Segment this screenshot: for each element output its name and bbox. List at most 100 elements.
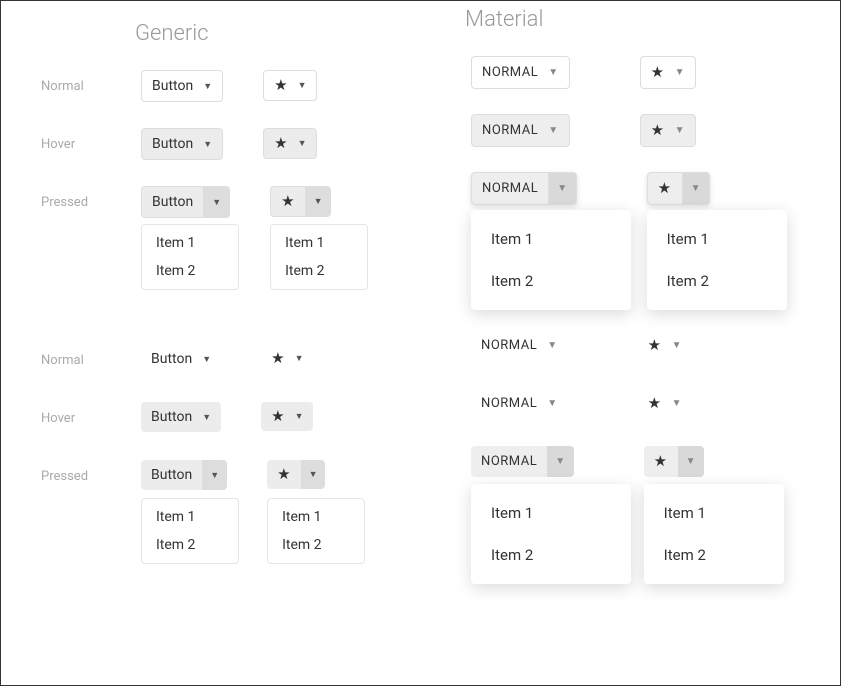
generic-text-split-button[interactable]: Button ▼	[141, 460, 227, 490]
material-text-pressed-text-group: NORMAL ▼ Item 1 Item 2	[471, 446, 574, 477]
menu-item[interactable]: Item 1	[142, 503, 238, 531]
generic-dropdown-button[interactable]: Button ▼	[141, 128, 223, 160]
generic-text-dropdown-button[interactable]: Button ▼	[141, 344, 221, 374]
generic-outlined-hover-icon-group: ★ ▼	[263, 128, 317, 159]
menu-item[interactable]: Item 2	[644, 534, 784, 576]
material-text-split-icon-button[interactable]: ★ ▼	[644, 446, 704, 477]
material-outlined-pressed-text-group: NORMAL ▼ Item 1 Item 2	[471, 172, 577, 205]
material-text-hover-row: NORMAL ▼ ★ ▼	[471, 388, 780, 426]
caret-down-icon: ▼	[548, 67, 558, 78]
caret-down-icon: ▼	[557, 183, 567, 194]
split-main-button[interactable]: ★	[644, 446, 678, 477]
generic-text-hover-icon-group: ★ ▼	[261, 402, 313, 431]
caret-down-icon: ▼	[210, 470, 219, 481]
star-icon: ★	[654, 454, 668, 469]
split-dropdown-toggle[interactable]: ▼	[548, 172, 576, 205]
split-main-button[interactable]: Button	[141, 186, 204, 218]
material-text-dropdown-button[interactable]: NORMAL ▼	[471, 388, 568, 419]
material-text-dropdown-button[interactable]: NORMAL ▼	[471, 330, 568, 361]
generic-dropdown-button[interactable]: Button ▼	[141, 70, 223, 102]
generic-text-pressed-icon-group: ★ ▼ Item 1 Item 2	[267, 460, 325, 489]
generic-text-pressed-text-group: Button ▼ Item 1 Item 2	[141, 460, 227, 490]
star-icon: ★	[651, 123, 665, 138]
caret-down-icon: ▼	[675, 67, 685, 78]
generic-outlined-normal-row: Normal Button ▼ ★ ▼	[141, 70, 391, 108]
material-outlined-hover-text-group: NORMAL ▼	[471, 114, 570, 147]
menu-item[interactable]: Item 1	[271, 229, 367, 257]
menu-item[interactable]: Item 2	[471, 534, 631, 576]
split-main-button[interactable]: ★	[267, 460, 300, 489]
dropdown-menu: Item 1 Item 2	[267, 498, 365, 564]
caret-down-icon: ▼	[675, 125, 685, 136]
split-dropdown-toggle[interactable]: ▼	[547, 446, 573, 477]
split-dropdown-toggle[interactable]: ▼	[678, 446, 704, 477]
caret-down-icon: ▼	[672, 340, 682, 351]
split-dropdown-toggle[interactable]: ▼	[202, 460, 227, 490]
split-main-button[interactable]: ★	[270, 186, 305, 217]
caret-down-icon: ▼	[295, 411, 304, 422]
material-split-button[interactable]: NORMAL ▼	[471, 172, 577, 205]
material-text-split-button[interactable]: NORMAL ▼	[471, 446, 574, 477]
caret-down-icon: ▼	[212, 197, 221, 208]
generic-text-hover-text-group: Button ▼	[141, 402, 221, 432]
material-dropdown-button[interactable]: NORMAL ▼	[471, 114, 570, 147]
dropdown-menu: Item 1 Item 2	[270, 224, 368, 290]
button-label: NORMAL	[482, 65, 538, 80]
state-label-pressed: Pressed	[41, 195, 121, 210]
generic-text-dropdown-icon-button[interactable]: ★ ▼	[261, 344, 313, 373]
menu-item[interactable]: Item 1	[471, 218, 631, 260]
split-dropdown-toggle[interactable]: ▼	[682, 172, 710, 205]
menu-item[interactable]: Item 1	[268, 503, 364, 531]
generic-dropdown-icon-button[interactable]: ★ ▼	[263, 128, 317, 159]
caret-down-icon: ▼	[555, 456, 565, 467]
caret-down-icon: ▼	[298, 80, 307, 91]
menu-item[interactable]: Item 2	[268, 531, 364, 559]
menu-item[interactable]: Item 2	[142, 531, 238, 559]
menu-item[interactable]: Item 2	[142, 257, 238, 285]
material-text-dropdown-icon-button[interactable]: ★ ▼	[638, 388, 692, 419]
material-outlined-normal-row: NORMAL ▼ ★ ▼	[471, 56, 780, 94]
menu-item[interactable]: Item 2	[471, 260, 631, 302]
generic-text-split-icon-button[interactable]: ★ ▼	[267, 460, 325, 489]
generic-outlined-pressed-text-group: Button ▼ Item 1 Item 2	[141, 186, 230, 218]
caret-down-icon: ▼	[547, 398, 557, 409]
menu-item[interactable]: Item 2	[271, 257, 367, 285]
caret-down-icon: ▼	[691, 183, 701, 194]
caret-down-icon: ▼	[298, 138, 307, 149]
split-main-button[interactable]: NORMAL	[471, 172, 549, 205]
material-column: Material NORMAL ▼ ★ ▼	[411, 21, 800, 518]
generic-text-dropdown-icon-button[interactable]: ★ ▼	[261, 402, 313, 431]
caret-down-icon: ▼	[202, 354, 211, 365]
split-main-button[interactable]: NORMAL	[471, 446, 547, 477]
material-text-dropdown-icon-button[interactable]: ★ ▼	[638, 330, 692, 361]
split-main-button[interactable]: ★	[647, 172, 683, 205]
material-text-normal-icon-group: ★ ▼	[638, 330, 692, 361]
menu-item[interactable]: Item 2	[647, 260, 787, 302]
split-dropdown-toggle[interactable]: ▼	[203, 186, 230, 218]
menu-item[interactable]: Item 1	[644, 492, 784, 534]
star-icon: ★	[271, 409, 284, 424]
menu-item[interactable]: Item 1	[647, 218, 787, 260]
generic-text-dropdown-button[interactable]: Button ▼	[141, 402, 221, 432]
generic-split-button[interactable]: Button ▼	[141, 186, 230, 218]
split-dropdown-toggle[interactable]: ▼	[305, 186, 332, 217]
menu-item[interactable]: Item 1	[471, 492, 631, 534]
material-dropdown-button[interactable]: NORMAL ▼	[471, 56, 570, 89]
generic-outlined-pressed-row: Pressed Button ▼ Item 1 Item 2 ★ ▼	[141, 186, 391, 224]
generic-outlined-section: Normal Button ▼ ★ ▼ Hover	[141, 70, 391, 224]
generic-dropdown-icon-button[interactable]: ★ ▼	[263, 70, 317, 101]
split-dropdown-toggle[interactable]: ▼	[301, 460, 326, 489]
generic-split-icon-button[interactable]: ★ ▼	[270, 186, 331, 217]
split-main-button[interactable]: Button	[141, 460, 202, 490]
menu-item[interactable]: Item 1	[142, 229, 238, 257]
material-dropdown-icon-button[interactable]: ★ ▼	[640, 114, 696, 147]
button-label: NORMAL	[482, 123, 538, 138]
material-title: Material	[465, 7, 780, 32]
state-label-normal: Normal	[41, 353, 121, 368]
material-dropdown-icon-button[interactable]: ★ ▼	[640, 56, 696, 89]
material-split-icon-button[interactable]: ★ ▼	[647, 172, 710, 205]
generic-outlined-hover-row: Hover Button ▼ ★ ▼	[141, 128, 391, 166]
generic-column: Generic Normal Button ▼ ★ ▼	[41, 21, 411, 518]
state-label-hover: Hover	[41, 137, 121, 152]
material-text-hover-text-group: NORMAL ▼	[471, 388, 568, 419]
